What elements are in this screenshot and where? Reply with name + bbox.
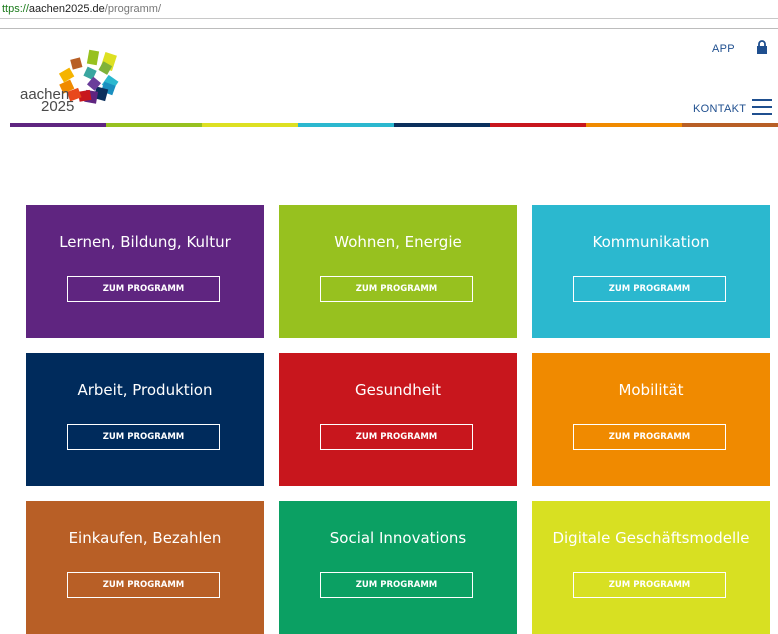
logo-year: 2025 xyxy=(41,98,75,115)
program-tile: Digitale Geschäftsmodelle ZUM PROGRAMM xyxy=(532,501,770,634)
site-logo[interactable]: aachen 2025 xyxy=(20,38,130,118)
tile-title: Lernen, Bildung, Kultur xyxy=(59,233,231,251)
color-strip-segment xyxy=(202,123,298,127)
tile-title: Gesundheit xyxy=(355,381,441,399)
url-host: aachen2025.de xyxy=(28,3,105,15)
color-strip-segment xyxy=(10,123,106,127)
tile-title: Mobilität xyxy=(618,381,684,399)
tile-title: Arbeit, Produktion xyxy=(77,381,213,399)
program-tile: Kommunikation ZUM PROGRAMM xyxy=(532,205,770,338)
color-strip-segment xyxy=(106,123,202,127)
zum-programm-button[interactable]: ZUM PROGRAMM xyxy=(320,276,473,302)
zum-programm-button[interactable]: ZUM PROGRAMM xyxy=(67,572,220,598)
tile-title: Wohnen, Energie xyxy=(334,233,462,251)
url-scheme: ttps:// xyxy=(2,3,29,15)
color-strip-segment xyxy=(682,123,778,127)
tile-title: Kommunikation xyxy=(592,233,710,251)
hamburger-menu-icon[interactable] xyxy=(752,98,772,116)
lock-icon[interactable] xyxy=(756,40,768,54)
kontakt-link[interactable]: KONTAKT xyxy=(693,103,746,115)
program-tile: Einkaufen, Bezahlen ZUM PROGRAMM xyxy=(26,501,264,634)
color-strip-segment xyxy=(394,123,490,127)
tile-title: Digitale Geschäftsmodelle xyxy=(552,529,750,547)
app-link[interactable]: APP xyxy=(712,43,735,55)
tile-title: Social Innovations xyxy=(329,529,467,547)
url-path: /programm/ xyxy=(104,3,162,15)
color-strip xyxy=(10,123,778,127)
color-strip-segment xyxy=(298,123,394,127)
program-tile: Wohnen, Energie ZUM PROGRAMM xyxy=(279,205,517,338)
zum-programm-button[interactable]: ZUM PROGRAMM xyxy=(320,424,473,450)
zum-programm-button[interactable]: ZUM PROGRAMM xyxy=(573,424,726,450)
zum-programm-button[interactable]: ZUM PROGRAMM xyxy=(573,572,726,598)
color-strip-segment xyxy=(586,123,682,127)
program-tile: Mobilität ZUM PROGRAMM xyxy=(532,353,770,486)
tile-title: Einkaufen, Bezahlen xyxy=(68,529,222,547)
zum-programm-button[interactable]: ZUM PROGRAMM xyxy=(320,572,473,598)
program-tile: Social Innovations ZUM PROGRAMM xyxy=(279,501,517,634)
zum-programm-button[interactable]: ZUM PROGRAMM xyxy=(67,276,220,302)
header-divider xyxy=(0,28,778,29)
logo-pinwheel-graphic xyxy=(58,49,119,104)
program-tile: Gesundheit ZUM PROGRAMM xyxy=(279,353,517,486)
program-tile: Arbeit, Produktion ZUM PROGRAMM xyxy=(26,353,264,486)
url-text[interactable]: ttps://aachen2025.de/programm/ xyxy=(2,1,161,17)
zum-programm-button[interactable]: ZUM PROGRAMM xyxy=(573,276,726,302)
address-bar[interactable]: ttps://aachen2025.de/programm/ xyxy=(0,0,778,19)
program-tile: Lernen, Bildung, Kultur ZUM PROGRAMM xyxy=(26,205,264,338)
zum-programm-button[interactable]: ZUM PROGRAMM xyxy=(67,424,220,450)
color-strip-segment xyxy=(490,123,586,127)
